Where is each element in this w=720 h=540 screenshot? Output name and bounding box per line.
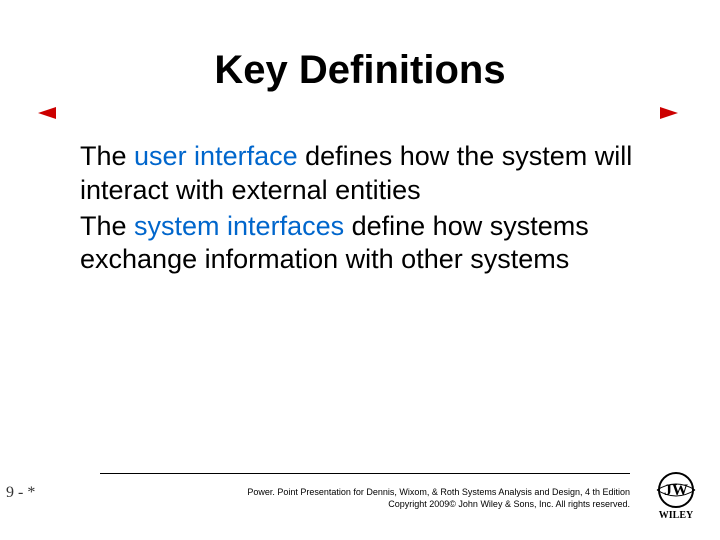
text-pre-2: The [80, 211, 134, 241]
footer-attribution: Power. Point Presentation for Dennis, Wi… [100, 486, 630, 510]
paragraph-1: The user interface defines how the syste… [80, 140, 640, 208]
footer-line-1: Power. Point Presentation for Dennis, Wi… [100, 486, 630, 498]
footer-divider [100, 473, 630, 474]
horizontal-double-arrow [38, 104, 678, 122]
slide: Key Definitions The user interface defin… [0, 0, 720, 540]
page-number: 9 - * [6, 484, 35, 502]
term-system-interfaces: system interfaces [134, 211, 344, 241]
paragraph-2: The system interfaces define how systems… [80, 210, 640, 278]
footer-line-2: Copyright 2009© John Wiley & Sons, Inc. … [100, 498, 630, 510]
svg-text:WILEY: WILEY [659, 510, 694, 520]
body-content: The user interface defines how the syste… [80, 140, 640, 279]
slide-title: Key Definitions [0, 48, 720, 93]
wiley-logo-icon: JW WILEY [650, 468, 702, 520]
text-pre-1: The [80, 141, 134, 171]
term-user-interface: user interface [134, 141, 298, 171]
